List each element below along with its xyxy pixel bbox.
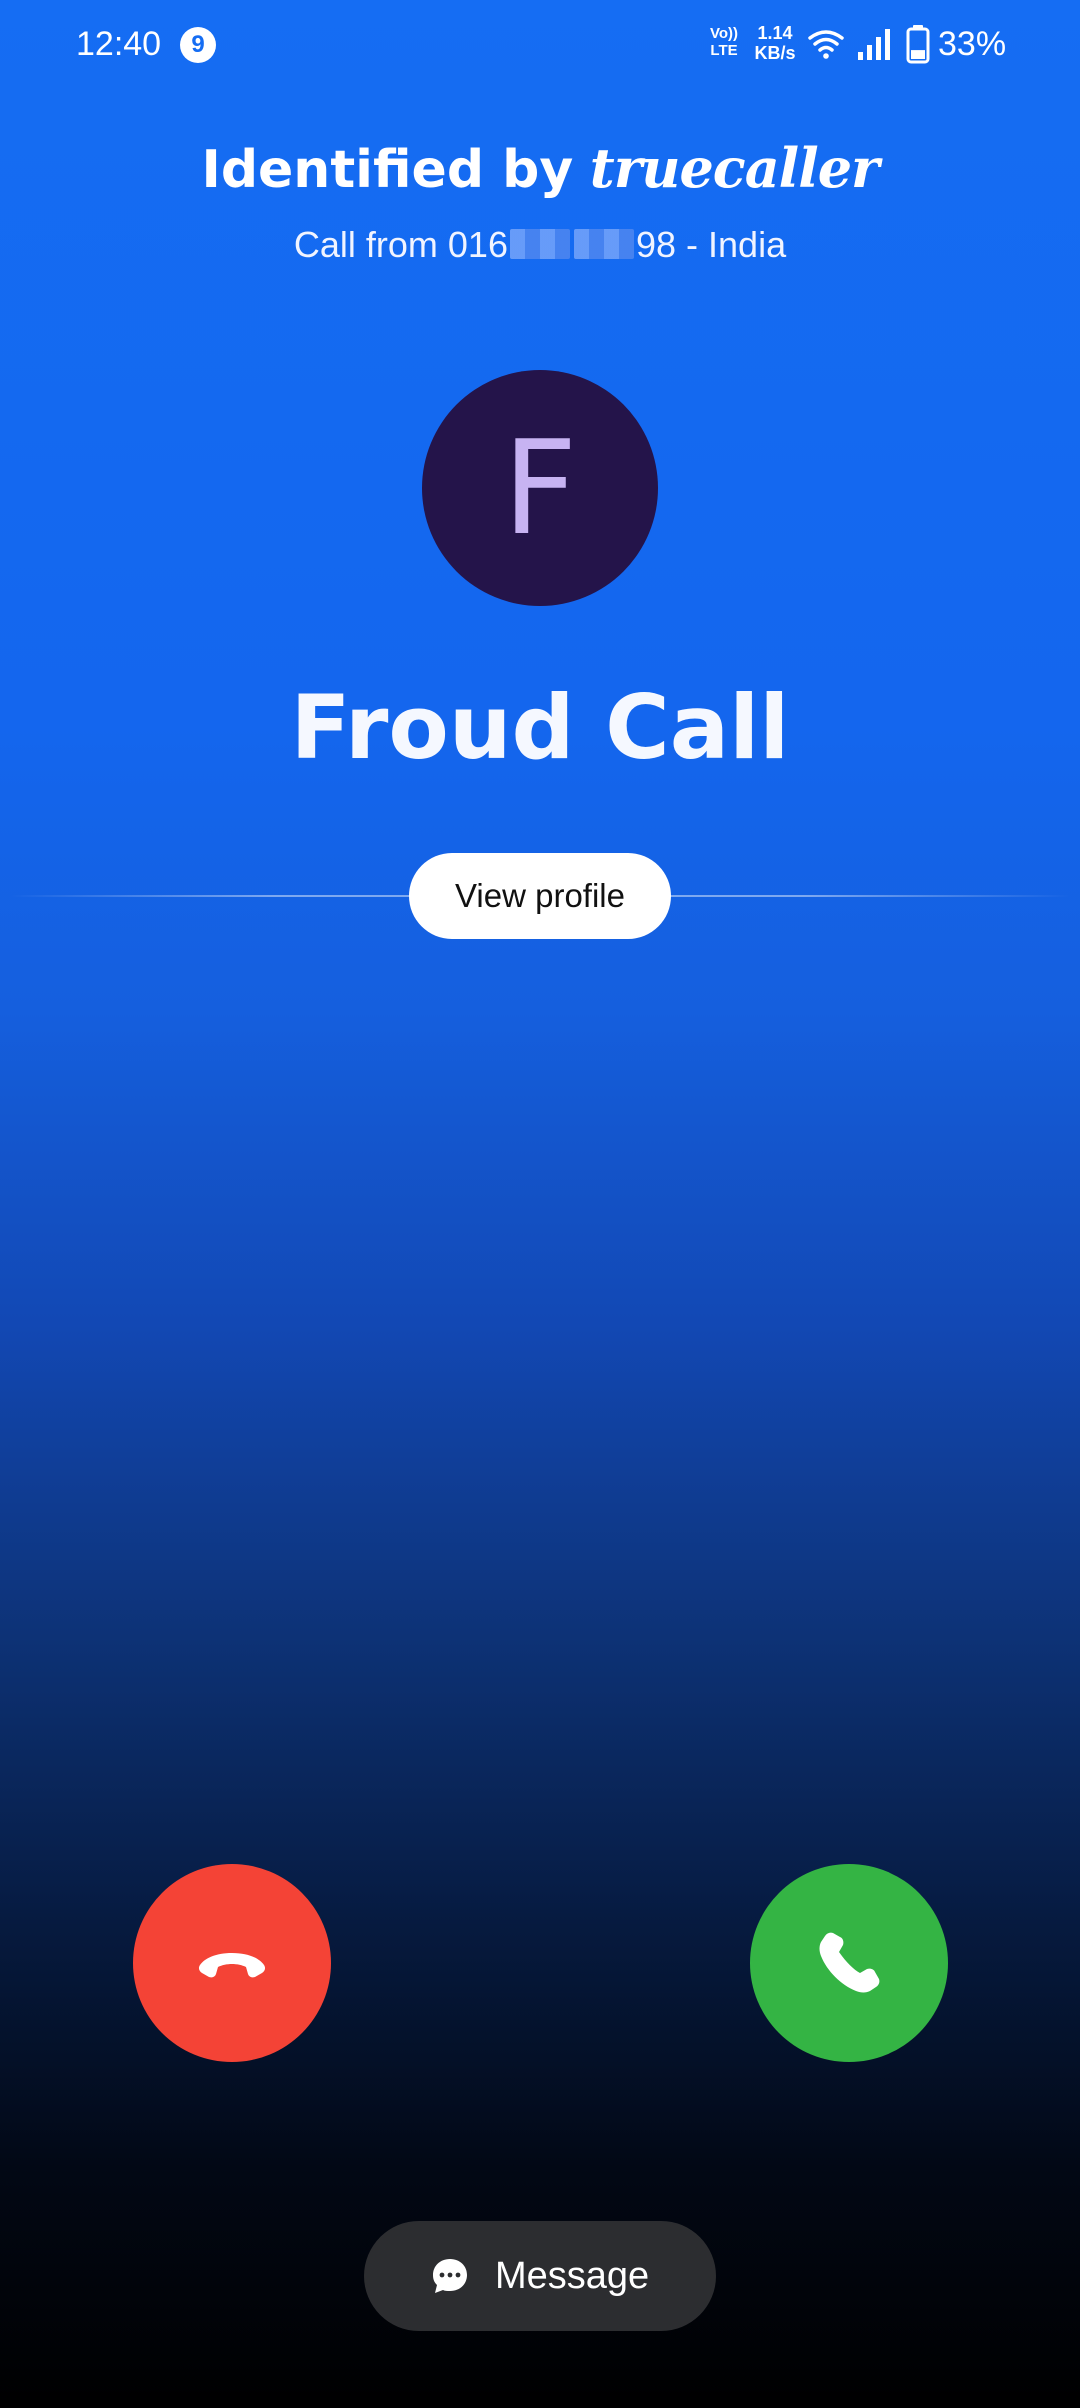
volte-indicator: Vo)) LTE: [706, 25, 742, 59]
caller-name: Froud Call: [290, 676, 790, 779]
phone-icon: [819, 1932, 880, 1993]
call-from-line: Call from 016 98 - India: [0, 218, 1080, 272]
phone-hangup-icon: [198, 1953, 266, 1978]
chat-bubble-icon: [433, 2259, 467, 2293]
battery-icon: [906, 25, 930, 64]
network-speed: 1.14 KB/s: [750, 23, 800, 63]
redacted-digits: [509, 229, 570, 260]
identified-by-text: Identified by: [201, 140, 574, 200]
truecaller-logo: truecaller: [589, 136, 880, 200]
network-speed-value: 1.14: [757, 23, 793, 43]
message-label: Message: [495, 2255, 650, 2297]
caller-avatar: F: [422, 370, 658, 606]
decline-call-button[interactable]: [133, 1864, 331, 2062]
message-button[interactable]: Message: [364, 2221, 716, 2331]
accept-call-button[interactable]: [750, 1864, 948, 2062]
call-from-prefix: Call from 016: [293, 224, 508, 265]
battery-percentage: 33%: [938, 25, 1007, 63]
notification-count-badge: 9: [180, 27, 216, 63]
volte-line-1: Vo)): [709, 25, 739, 42]
volte-line-2: LTE: [710, 42, 738, 59]
identified-by-truecaller: Identified by truecaller: [0, 128, 1080, 210]
cellular-signal-icon: [858, 29, 890, 60]
network-speed-unit: KB/s: [754, 43, 796, 63]
call-from-suffix: 98 - India: [635, 224, 787, 265]
view-profile-button[interactable]: View profile: [409, 853, 671, 939]
status-bar: 12:40 9 Vo)) LTE 1.14 KB/s 33%: [0, 0, 1080, 90]
redacted-digits: [573, 229, 634, 260]
wifi-icon: [808, 30, 844, 59]
status-time: 12:40: [76, 25, 162, 63]
